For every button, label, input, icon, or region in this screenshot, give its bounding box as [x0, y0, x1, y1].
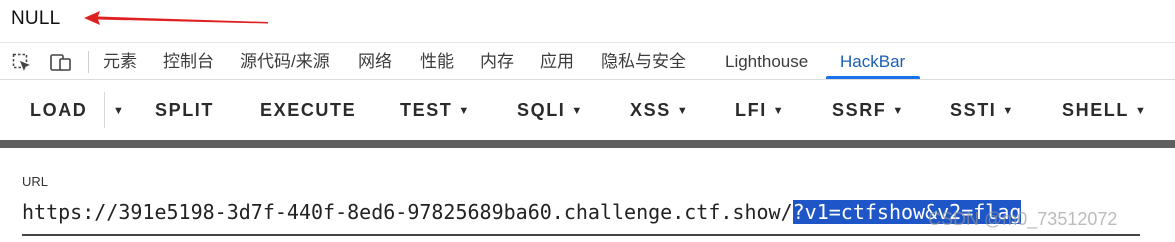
xss-menu-button[interactable]: XSS ▼ — [630, 80, 688, 140]
lfi-menu-button[interactable]: LFI ▼ — [735, 80, 784, 140]
test-label: TEST — [400, 100, 453, 120]
url-panel: URL https://391e5198-3d7f-440f-8ed6-9782… — [0, 148, 1175, 242]
lfi-label: LFI — [735, 100, 767, 120]
toolbar-separator — [0, 140, 1175, 148]
tab-lighthouse[interactable]: Lighthouse — [725, 43, 808, 80]
url-input[interactable]: https://391e5198-3d7f-440f-8ed6-97825689… — [22, 200, 1022, 224]
tab-sources[interactable]: 源代码/来源 — [240, 43, 330, 80]
xss-label: XSS — [630, 100, 671, 120]
active-tab-indicator — [826, 76, 920, 79]
tab-application[interactable]: 应用 — [540, 43, 574, 80]
ssrf-menu-button[interactable]: SSRF ▼ — [832, 80, 903, 140]
devtools-tab-bar: 元素 控制台 源代码/来源 网络 性能 内存 应用 隐私与安全 Lighthou… — [0, 42, 1175, 80]
split-button[interactable]: SPLIT — [155, 80, 214, 140]
tab-memory[interactable]: 内存 — [480, 43, 514, 80]
load-dropdown-toggle[interactable]: ▼ — [113, 80, 124, 140]
test-menu-button[interactable]: TEST ▼ — [400, 80, 469, 140]
output-text: NULL — [11, 8, 61, 29]
chevron-down-icon: ▼ — [1002, 105, 1014, 117]
url-base-text: https://391e5198-3d7f-440f-8ed6-97825689… — [22, 200, 793, 224]
ssti-menu-button[interactable]: SSTI ▼ — [950, 80, 1013, 140]
tab-hackbar[interactable]: HackBar — [840, 43, 905, 80]
device-toolbar-icon[interactable] — [50, 53, 72, 78]
chevron-down-icon: ▼ — [676, 105, 688, 117]
execute-button[interactable]: EXECUTE — [260, 80, 356, 140]
sqli-menu-button[interactable]: SQLI ▼ — [517, 80, 582, 140]
toolbar-divider — [88, 51, 89, 73]
page-output: NULL — [0, 0, 1175, 42]
shell-label: SHELL — [1062, 100, 1130, 120]
chevron-down-icon: ▼ — [1135, 105, 1146, 117]
hackbar-toolbar: LOAD ▼ SPLIT EXECUTE TEST ▼ SQLI ▼ XSS ▼ LF… — [0, 80, 1175, 140]
sqli-label: SQLI — [517, 100, 566, 120]
tab-network[interactable]: 网络 — [358, 43, 392, 80]
chevron-down-icon: ▼ — [113, 105, 124, 117]
load-button[interactable]: LOAD — [30, 80, 87, 140]
red-arrow-annotation — [84, 11, 268, 25]
load-divider — [104, 92, 105, 128]
ssrf-label: SSRF — [832, 100, 887, 120]
tab-performance[interactable]: 性能 — [420, 43, 454, 80]
chevron-down-icon: ▼ — [571, 105, 583, 117]
chevron-down-icon: ▼ — [458, 105, 470, 117]
ssti-label: SSTI — [950, 100, 997, 120]
shell-menu-button[interactable]: SHELL ▼ — [1062, 80, 1146, 140]
inspect-element-icon[interactable] — [12, 53, 32, 78]
csdn-watermark: CSDN @m0_73512072 — [928, 209, 1118, 229]
chevron-down-icon: ▼ — [772, 105, 784, 117]
chevron-down-icon: ▼ — [892, 105, 904, 117]
tab-elements[interactable]: 元素 — [103, 43, 137, 80]
url-input-underline — [22, 234, 1140, 236]
url-label: URL — [22, 174, 49, 189]
tab-privacy-security[interactable]: 隐私与安全 — [601, 43, 686, 80]
tab-console[interactable]: 控制台 — [163, 43, 214, 80]
